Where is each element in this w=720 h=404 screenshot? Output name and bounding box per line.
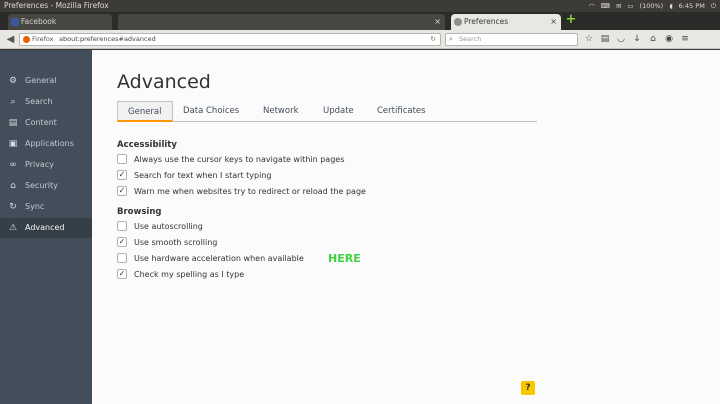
- option-smooth-scrolling[interactable]: ✓ Use smooth scrolling: [117, 236, 217, 248]
- checkbox[interactable]: [117, 253, 127, 263]
- option-label: Use smooth scrolling: [134, 237, 218, 247]
- sidebar-item-general[interactable]: ⚙ General: [0, 71, 92, 91]
- option-search-typing[interactable]: ✓ Search for text when I start typing: [117, 169, 271, 181]
- home-icon[interactable]: ⌂: [648, 33, 658, 46]
- sidebar-item-label: Advanced: [25, 223, 65, 232]
- option-autoscrolling[interactable]: Use autoscrolling: [117, 220, 203, 232]
- tab-preferences[interactable]: Preferences ×: [451, 14, 561, 30]
- back-arrow-icon[interactable]: ◀: [4, 33, 17, 46]
- identity-label: Firefox: [32, 35, 54, 43]
- wifi-icon[interactable]: ◠: [589, 0, 595, 12]
- annotation-here: HERE: [328, 252, 361, 265]
- option-label: Warn me when websites try to redirect or…: [134, 186, 366, 196]
- tab-network[interactable]: Network: [253, 101, 309, 122]
- close-tab-icon[interactable]: ×: [434, 14, 441, 30]
- applications-icon: ▣: [8, 139, 18, 149]
- sidebar-item-label: Search: [25, 97, 53, 106]
- power-icon[interactable]: ⏻: [711, 0, 716, 12]
- option-hardware-acceleration[interactable]: Use hardware acceleration when available: [117, 252, 304, 264]
- tab-general[interactable]: General: [117, 101, 173, 122]
- tab-blank[interactable]: ×: [118, 14, 445, 30]
- sidebar-item-search[interactable]: ⌕ Search: [0, 92, 92, 112]
- identity-box[interactable]: Firefox: [23, 34, 54, 45]
- tab-strip: Facebook × Preferences × +: [0, 12, 720, 30]
- window-titlebar: Preferences - Mozilla Firefox ◠ ⌨ ✉ ▭ (1…: [0, 0, 720, 12]
- facebook-favicon-icon: [11, 18, 19, 26]
- checkbox-checked[interactable]: ✓: [117, 237, 127, 247]
- bookmarks-menu-icon[interactable]: ▤: [600, 33, 610, 46]
- keyboard-icon[interactable]: ⌨: [601, 0, 610, 12]
- search-icon: ⌕: [10, 97, 16, 107]
- search-placeholder: Search: [459, 35, 482, 43]
- mail-icon[interactable]: ✉: [616, 0, 621, 12]
- option-label: Use hardware acceleration when available: [134, 253, 304, 263]
- menu-icon[interactable]: ≡: [680, 33, 690, 46]
- accessibility-heading: Accessibility: [117, 140, 177, 150]
- option-spell-check[interactable]: ✓ Check my spelling as I type: [117, 268, 244, 280]
- advanced-tabs: General Data Choices Network Update Cert…: [117, 101, 537, 122]
- close-tab-icon[interactable]: ×: [550, 14, 557, 30]
- page-title: Advanced: [117, 71, 211, 93]
- search-box[interactable]: ⌕ Search: [445, 33, 578, 46]
- option-label: Use autoscrolling: [134, 221, 203, 231]
- checkbox[interactable]: [117, 154, 127, 164]
- downloads-icon[interactable]: ↓: [632, 33, 642, 46]
- option-warn-redirect[interactable]: ✓ Warn me when websites try to redirect …: [117, 185, 366, 197]
- search-icon: ⌕: [449, 35, 453, 43]
- sidebar-item-privacy[interactable]: ∞ Privacy: [0, 155, 92, 175]
- new-tab-button[interactable]: +: [565, 13, 577, 27]
- sidebar-item-label: Privacy: [25, 160, 54, 169]
- option-label: Check my spelling as I type: [134, 269, 245, 279]
- window-title: Preferences - Mozilla Firefox: [4, 1, 109, 10]
- checkbox-checked[interactable]: ✓: [117, 186, 127, 196]
- battery-icon[interactable]: ▭: [627, 0, 633, 12]
- sidebar-item-security[interactable]: ⌂ Security: [0, 176, 92, 196]
- gear-favicon-icon: [454, 18, 462, 26]
- checkbox-checked[interactable]: ✓: [117, 269, 127, 279]
- volume-icon[interactable]: ◖: [669, 0, 672, 12]
- tab-label: Facebook: [21, 17, 57, 26]
- bookmark-star-icon[interactable]: ☆: [584, 33, 594, 46]
- chat-icon[interactable]: ◉: [664, 33, 674, 46]
- reload-icon[interactable]: ↻: [430, 34, 436, 45]
- battery-percent: (100%): [639, 2, 664, 10]
- tab-data-choices[interactable]: Data Choices: [173, 101, 249, 122]
- toolbar-buttons: ☆ ▤ ◡ ↓ ⌂ ◉ ≡: [584, 33, 690, 46]
- preferences-sidebar: ⚙ General ⌕ Search ▤ Content ▣ Applicati…: [0, 50, 92, 404]
- tab-certificates[interactable]: Certificates: [367, 101, 436, 122]
- content-icon: ▤: [8, 118, 18, 128]
- clock[interactable]: 6:45 PM: [679, 0, 705, 12]
- preferences-content: Advanced General Data Choices Network Up…: [92, 50, 720, 404]
- option-label: Search for text when I start typing: [134, 170, 272, 180]
- sidebar-item-label: Applications: [25, 139, 74, 148]
- url-bar[interactable]: Firefox about:preferences#advanced ↻: [19, 33, 441, 46]
- sidebar-item-advanced[interactable]: ⚠ Advanced: [0, 218, 92, 238]
- navigation-toolbar: ◀ Firefox about:preferences#advanced ↻ ⌕…: [0, 30, 720, 49]
- tab-label: Preferences: [464, 17, 509, 26]
- tab-update[interactable]: Update: [313, 101, 364, 122]
- option-label: Always use the cursor keys to navigate w…: [134, 154, 345, 164]
- system-tray: ◠ ⌨ ✉ ▭ (100%) ◖ 6:45 PM ⏻: [589, 0, 716, 12]
- firefox-logo-icon: [23, 36, 30, 43]
- sidebar-item-label: Sync: [25, 202, 45, 211]
- checkbox[interactable]: [117, 221, 127, 231]
- browsing-heading: Browsing: [117, 207, 162, 217]
- url-text[interactable]: about:preferences#advanced: [59, 34, 156, 45]
- help-button[interactable]: ?: [521, 381, 535, 395]
- sidebar-item-sync[interactable]: ↻ Sync: [0, 197, 92, 217]
- tab-facebook[interactable]: Facebook: [8, 14, 112, 30]
- pocket-icon[interactable]: ◡: [616, 33, 626, 46]
- warning-icon: ⚠: [8, 223, 18, 233]
- sidebar-item-label: Content: [25, 118, 57, 127]
- option-cursor-keys[interactable]: Always use the cursor keys to navigate w…: [117, 153, 344, 165]
- privacy-mask-icon: ∞: [9, 160, 17, 170]
- gear-icon: ⚙: [8, 76, 18, 86]
- sync-icon: ↻: [9, 202, 17, 212]
- checkbox-checked[interactable]: ✓: [117, 170, 127, 180]
- sidebar-item-content[interactable]: ▤ Content: [0, 113, 92, 133]
- sidebar-item-label: General: [25, 76, 57, 85]
- sidebar-item-applications[interactable]: ▣ Applications: [0, 134, 92, 154]
- sidebar-item-label: Security: [25, 181, 58, 190]
- lock-icon: ⌂: [10, 181, 16, 191]
